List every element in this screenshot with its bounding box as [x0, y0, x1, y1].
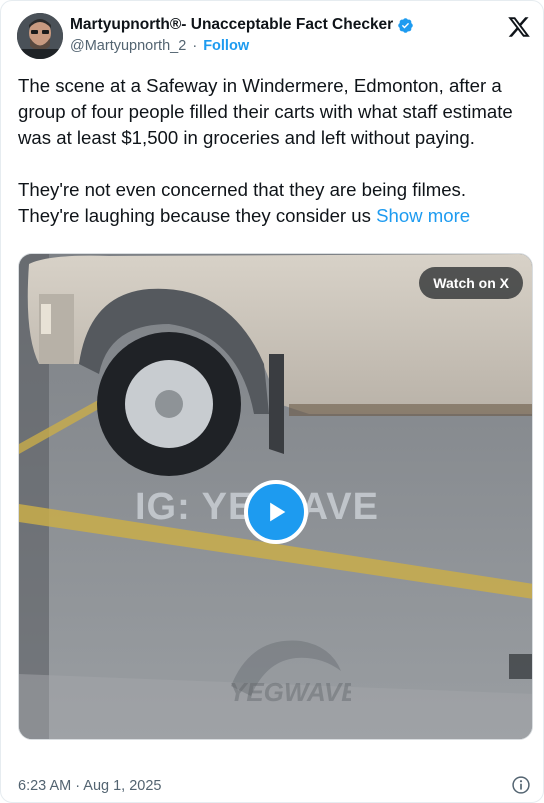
- video-player[interactable]: Watch on X IG: YE WAVE YEGWAVE: [18, 253, 533, 740]
- play-button[interactable]: [244, 480, 308, 544]
- x-logo-icon[interactable]: [507, 15, 531, 39]
- follow-button[interactable]: Follow: [203, 38, 249, 54]
- yegwave-logo: YEGWAVE: [229, 640, 351, 707]
- show-more-link[interactable]: Show more: [376, 205, 470, 226]
- verified-badge-icon: [398, 17, 413, 33]
- author-name[interactable]: Martyupnorth®- Unacceptable Fact Checker: [70, 16, 393, 34]
- info-icon[interactable]: [511, 775, 531, 795]
- watch-on-x-button[interactable]: Watch on X: [419, 267, 523, 299]
- tweet-paragraph-2: They're not even concerned that they are…: [18, 177, 530, 229]
- play-icon: [270, 502, 286, 522]
- tweet-text: The scene at a Safeway in Windermere, Ed…: [18, 73, 530, 229]
- tweet-card[interactable]: Martyupnorth®- Unacceptable Fact Checker…: [0, 0, 544, 803]
- tweet-paragraph-1: The scene at a Safeway in Windermere, Ed…: [18, 75, 513, 148]
- avatar[interactable]: [17, 13, 63, 59]
- tweet-header: Martyupnorth®- Unacceptable Fact Checker…: [17, 13, 531, 61]
- separator-dot: ·: [192, 38, 198, 54]
- tweet-timestamp[interactable]: 6:23 AM · Aug 1, 2025: [18, 778, 162, 794]
- logo-watermark-text: YEGWAVE: [229, 677, 351, 707]
- author-handle[interactable]: @Martyupnorth_2: [70, 38, 186, 54]
